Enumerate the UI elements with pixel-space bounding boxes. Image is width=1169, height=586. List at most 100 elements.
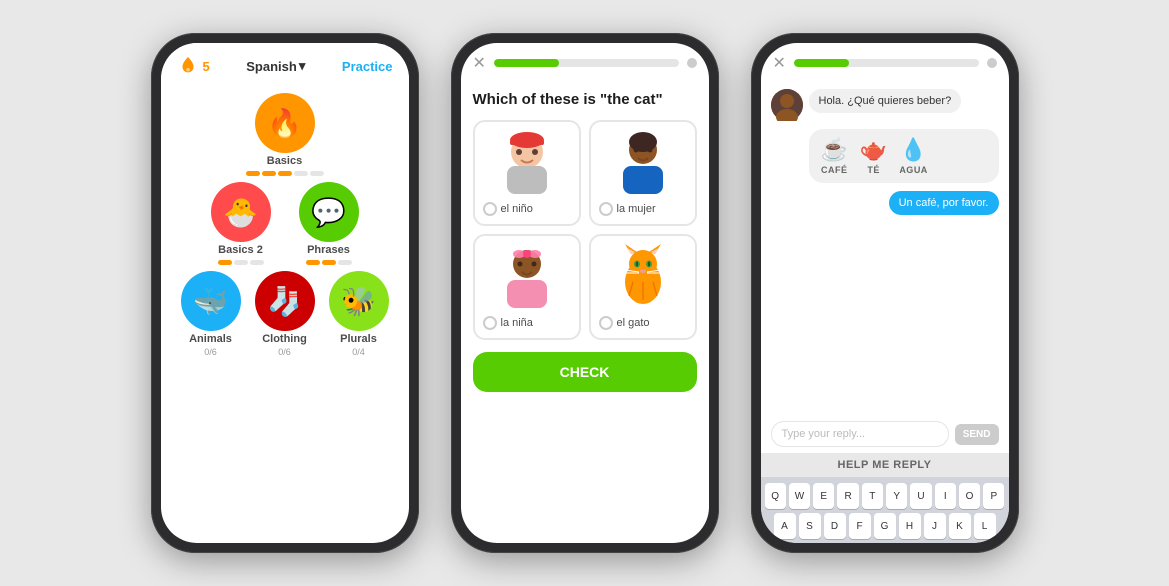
option-el-nino[interactable]: el niño — [473, 120, 581, 226]
key-j[interactable]: J — [924, 513, 946, 539]
key-k[interactable]: K — [949, 513, 971, 539]
lesson-clothing[interactable]: 🧦 Clothing 0/6 — [255, 271, 315, 357]
phrases-progress — [306, 260, 352, 265]
keyboard-row-1: Q W E R T Y U I O P — [765, 483, 1005, 509]
quiz-progress-fill — [494, 59, 559, 67]
clothing-progress: 0/6 — [278, 347, 291, 357]
chat-progress-track — [794, 59, 979, 67]
key-w[interactable]: W — [789, 483, 810, 509]
lesson-basics[interactable]: 🔥 Basics — [246, 93, 324, 176]
course-map: 🔥 Basics 🐣 B — [161, 85, 409, 365]
key-d[interactable]: D — [824, 513, 846, 539]
basics-circle: 🔥 — [255, 93, 315, 153]
key-o[interactable]: O — [959, 483, 980, 509]
send-button[interactable]: SEND — [955, 424, 999, 445]
chat-close-icon[interactable]: ✕ — [773, 53, 786, 73]
option-la-nina-avatar — [493, 244, 561, 312]
option-la-mujer-label: la mujer — [617, 203, 656, 215]
chat-input-row: Type your reply... SEND — [761, 417, 1009, 453]
animals-circle: 🐳 — [181, 271, 241, 331]
phones-container: 5 Spanish ▾ Practice 🔥 Basics — [0, 0, 1169, 586]
option-el-nino-avatar — [493, 130, 561, 198]
option-la-mujer-radio[interactable] — [599, 202, 613, 216]
key-u[interactable]: U — [910, 483, 931, 509]
key-p[interactable]: P — [983, 483, 1004, 509]
key-f[interactable]: F — [849, 513, 871, 539]
close-icon[interactable]: ✕ — [473, 53, 486, 73]
plurals-progress: 0/4 — [352, 347, 365, 357]
progress-dot — [687, 58, 697, 68]
quiz-question: Which of these is "the cat" — [473, 91, 697, 108]
option-la-nina-label: la niña — [501, 317, 533, 329]
option-la-mujer[interactable]: la mujer — [589, 120, 697, 226]
phone-2: ✕ Which of these is "the cat" — [451, 33, 719, 553]
quiz-progress-track — [494, 59, 679, 67]
item-te-label: TÉ — [867, 165, 880, 175]
chevron-down-icon: ▾ — [299, 58, 306, 74]
quiz-options-grid: el niño — [473, 120, 697, 340]
quiz-top-bar: ✕ — [461, 43, 709, 79]
check-button[interactable]: CHECK — [473, 352, 697, 392]
key-a[interactable]: A — [774, 513, 796, 539]
flame-icon — [177, 55, 199, 77]
option-el-nino-radio[interactable] — [483, 202, 497, 216]
chat-top-bar: ✕ — [761, 43, 1009, 79]
key-q[interactable]: Q — [765, 483, 786, 509]
item-agua-label: AGUA — [899, 165, 928, 175]
phrases-label: Phrases — [307, 244, 350, 256]
key-h[interactable]: H — [899, 513, 921, 539]
key-s[interactable]: S — [799, 513, 821, 539]
phone-3-screen: ✕ — [761, 43, 1009, 543]
streak-display: 5 — [177, 55, 210, 77]
option-el-gato-label: el gato — [617, 317, 650, 329]
chat-reply-input[interactable]: Type your reply... — [771, 421, 949, 447]
option-la-nina-radio[interactable] — [483, 316, 497, 330]
basics-label: Basics — [267, 155, 302, 167]
key-e[interactable]: E — [813, 483, 834, 509]
bottom-lessons-row: 🐳 Animals 0/6 🧦 Clothing 0/6 🐝 Plurals 0… — [181, 271, 389, 357]
lesson-animals[interactable]: 🐳 Animals 0/6 — [181, 271, 241, 357]
key-y[interactable]: Y — [886, 483, 907, 509]
phone-1-screen: 5 Spanish ▾ Practice 🔥 Basics — [161, 43, 409, 543]
practice-button[interactable]: Practice — [342, 59, 393, 74]
key-t[interactable]: T — [862, 483, 883, 509]
basics2-progress — [218, 260, 264, 265]
option-el-gato[interactable]: el gato — [589, 234, 697, 340]
help-reply-button[interactable]: HELP ME REPLY — [761, 453, 1009, 477]
basics-row: 🔥 Basics — [246, 93, 324, 176]
quiz-content: Which of these is "the cat" — [461, 79, 709, 404]
phone-3: ✕ — [751, 33, 1019, 553]
clothing-circle: 🧦 — [255, 271, 315, 331]
option-el-nino-label: el niño — [501, 203, 533, 215]
plurals-circle: 🐝 — [329, 271, 389, 331]
chat-progress-fill — [794, 59, 849, 67]
chat-bubble-sent: Un café, por favor. — [889, 191, 999, 215]
basics2-phrases-row: 🐣 Basics 2 💬 Phrases — [211, 182, 359, 265]
key-r[interactable]: R — [837, 483, 858, 509]
item-cafe: ☕ CAFÉ — [821, 137, 848, 175]
lesson-basics2[interactable]: 🐣 Basics 2 — [211, 182, 271, 265]
key-l[interactable]: L — [974, 513, 996, 539]
item-cafe-label: CAFÉ — [821, 165, 848, 175]
chat-bubble-hola: Hola. ¿Qué quieres beber? — [809, 89, 962, 113]
basics2-label: Basics 2 — [218, 244, 263, 256]
item-agua: 💧 AGUA — [899, 137, 928, 175]
chat-progress-dot — [987, 58, 997, 68]
keyboard: Q W E R T Y U I O P A S D — [761, 477, 1009, 543]
p1-header: 5 Spanish ▾ Practice — [161, 43, 409, 85]
language-selector[interactable]: Spanish ▾ — [246, 58, 305, 74]
lesson-plurals[interactable]: 🐝 Plurals 0/4 — [329, 271, 389, 357]
lesson-phrases[interactable]: 💬 Phrases — [299, 182, 359, 265]
option-la-mujer-avatar — [609, 130, 677, 198]
basics2-circle: 🐣 — [211, 182, 271, 242]
chat-items-row: ☕ CAFÉ 🫖 TÉ 💧 AGUA — [771, 129, 999, 183]
chat-area: Hola. ¿Qué quieres beber? ☕ CAFÉ 🫖 — [761, 79, 1009, 417]
item-te: 🫖 TÉ — [860, 137, 887, 175]
phone-2-screen: ✕ Which of these is "the cat" — [461, 43, 709, 543]
chat-avatar — [771, 89, 803, 121]
option-la-nina[interactable]: la niña — [473, 234, 581, 340]
key-g[interactable]: G — [874, 513, 896, 539]
chat-content: Hola. ¿Qué quieres beber? ☕ CAFÉ 🫖 — [761, 79, 1009, 543]
option-el-gato-radio[interactable] — [599, 316, 613, 330]
key-i[interactable]: I — [935, 483, 956, 509]
